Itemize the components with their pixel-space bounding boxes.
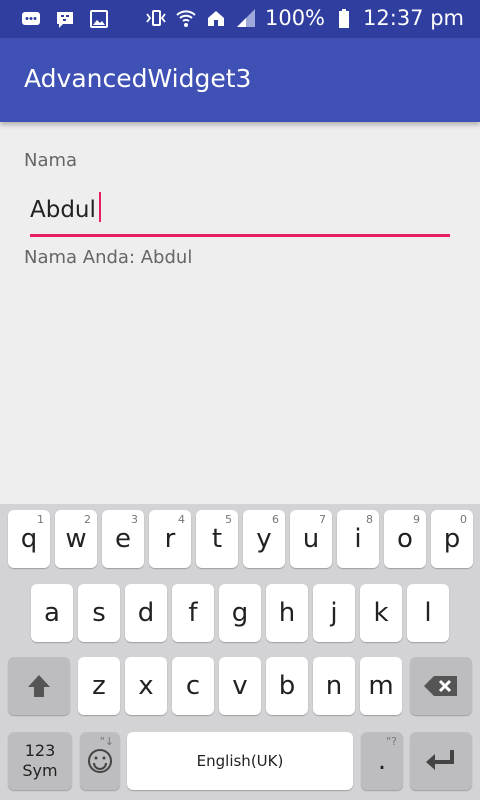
- clock: 12:37 pm: [363, 6, 464, 30]
- key-hint: 7: [319, 513, 326, 526]
- signal-icon: [235, 7, 257, 29]
- key-f[interactable]: f: [172, 584, 214, 642]
- key-r[interactable]: 4r: [149, 510, 191, 568]
- backspace-key[interactable]: [410, 657, 472, 715]
- key-hint: 6: [272, 513, 279, 526]
- key-d[interactable]: d: [125, 584, 167, 642]
- wifi-icon: [175, 7, 197, 29]
- image-icon: [88, 8, 110, 30]
- key-s[interactable]: s: [78, 584, 120, 642]
- key-label: n: [325, 671, 343, 701]
- app-title: AdvancedWidget3: [24, 64, 252, 93]
- status-bar: 100% 12:37 pm: [0, 0, 480, 38]
- key-y[interactable]: 6y: [243, 510, 285, 568]
- key-label: y: [256, 524, 272, 554]
- key-q[interactable]: 1q: [8, 510, 50, 568]
- key-hint: 0: [460, 513, 467, 526]
- period-key[interactable]: "? .: [361, 732, 403, 790]
- name-field[interactable]: [30, 188, 450, 237]
- key-label: b: [278, 671, 296, 701]
- enter-icon: [426, 750, 454, 770]
- key-label: l: [424, 598, 432, 628]
- key-label: t: [211, 524, 223, 554]
- enter-key[interactable]: [410, 732, 472, 790]
- chat-icon: [20, 8, 42, 30]
- key-m[interactable]: m: [360, 657, 402, 715]
- app-bar: AdvancedWidget3: [0, 38, 480, 122]
- smiley-icon: [88, 749, 112, 773]
- key-u[interactable]: 7u: [290, 510, 332, 568]
- emoji-key-hint: "↓: [99, 735, 114, 748]
- key-label: u: [302, 524, 320, 554]
- battery-percentage: 100%: [264, 6, 326, 30]
- key-label: a: [44, 598, 60, 628]
- key-label: s: [92, 598, 106, 628]
- key-i[interactable]: 8i: [337, 510, 379, 568]
- backspace-icon: [424, 676, 457, 696]
- key-hint: 9: [413, 513, 420, 526]
- key-t[interactable]: 5t: [196, 510, 238, 568]
- key-label: j: [330, 598, 338, 628]
- key-hint: 3: [131, 513, 138, 526]
- key-hint: 1: [37, 513, 44, 526]
- key-label: c: [185, 671, 201, 701]
- key-label: w: [65, 524, 87, 554]
- key-hint: 4: [178, 513, 185, 526]
- result-text: Nama Anda: Abdul: [24, 247, 193, 268]
- key-label: e: [115, 524, 131, 554]
- shift-icon: [28, 675, 50, 697]
- name-label: Nama: [24, 150, 78, 171]
- key-hint: 8: [366, 513, 373, 526]
- key-v[interactable]: v: [219, 657, 261, 715]
- key-label: v: [232, 671, 248, 701]
- key-hint: 2: [84, 513, 91, 526]
- key-c[interactable]: c: [172, 657, 214, 715]
- key-k[interactable]: k: [360, 584, 402, 642]
- key-label: q: [20, 524, 38, 554]
- key-label: z: [92, 671, 106, 701]
- soft-keyboard: 123 Sym "↓ English(UK) "? . 1q2w3e4r5t6y…: [0, 504, 480, 800]
- key-g[interactable]: g: [219, 584, 261, 642]
- shift-key[interactable]: [8, 657, 70, 715]
- symbols-key[interactable]: 123 Sym: [8, 732, 72, 790]
- key-h[interactable]: h: [266, 584, 308, 642]
- key-o[interactable]: 9o: [384, 510, 426, 568]
- key-label: g: [231, 598, 249, 628]
- key-e[interactable]: 3e: [102, 510, 144, 568]
- key-label: m: [368, 671, 394, 701]
- key-l[interactable]: l: [407, 584, 449, 642]
- key-label: r: [164, 524, 176, 554]
- key-j[interactable]: j: [313, 584, 355, 642]
- text-cursor: [99, 192, 101, 222]
- battery-icon: [333, 7, 355, 29]
- key-label: p: [443, 524, 461, 554]
- key-label: x: [138, 671, 154, 701]
- key-label: o: [397, 524, 413, 554]
- key-a[interactable]: a: [31, 584, 73, 642]
- key-b[interactable]: b: [266, 657, 308, 715]
- key-n[interactable]: n: [313, 657, 355, 715]
- key-w[interactable]: 2w: [55, 510, 97, 568]
- name-input[interactable]: [30, 188, 450, 232]
- key-label: k: [373, 598, 389, 628]
- key-label: i: [354, 524, 362, 554]
- key-label: f: [188, 598, 198, 628]
- key-label: h: [278, 598, 296, 628]
- space-key[interactable]: English(UK): [127, 732, 353, 790]
- key-x[interactable]: x: [125, 657, 167, 715]
- emoji-key[interactable]: "↓: [80, 732, 120, 790]
- key-hint: 5: [225, 513, 232, 526]
- bbm-icon: [54, 8, 76, 30]
- vibrate-icon: [145, 7, 167, 29]
- period-key-label: .: [377, 746, 387, 776]
- period-key-hint: "?: [386, 735, 397, 748]
- home-icon: [205, 7, 227, 29]
- key-z[interactable]: z: [78, 657, 120, 715]
- key-p[interactable]: 0p: [431, 510, 473, 568]
- key-label: d: [137, 598, 155, 628]
